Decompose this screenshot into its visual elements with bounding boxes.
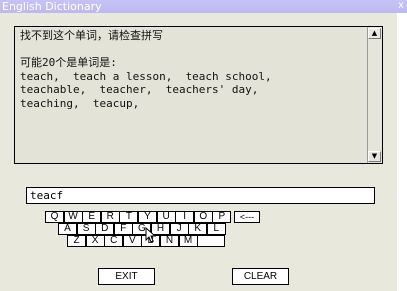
key-s[interactable]: S	[76, 223, 96, 235]
result-line: 找不到这个单词，请检查拼写	[20, 29, 163, 42]
scroll-up-button[interactable]: ▲	[368, 28, 381, 39]
vertical-scrollbar[interactable]: ▲ ▼	[367, 27, 382, 163]
key-backspace[interactable]: <---	[234, 211, 260, 223]
key-q[interactable]: Q	[45, 211, 64, 223]
scroll-down-button[interactable]: ▼	[368, 151, 381, 162]
key-e[interactable]: E	[82, 211, 102, 223]
result-text: 找不到这个单词，请检查拼写 可能20个是单词是: teach, teach a le…	[20, 29, 364, 111]
window-title: English Dictionary	[2, 0, 102, 13]
result-textarea[interactable]: 找不到这个单词，请检查拼写 可能20个是单词是: teach, teach a le…	[14, 26, 383, 164]
key-n[interactable]: N	[160, 235, 179, 247]
close-icon[interactable]: x	[396, 0, 406, 12]
key-i[interactable]: I	[175, 211, 195, 223]
key-r[interactable]: R	[100, 211, 120, 223]
key-a[interactable]: A	[58, 223, 77, 235]
mouse-pointer-icon	[145, 227, 157, 243]
key-p[interactable]: P	[212, 211, 232, 223]
key-j[interactable]: J	[169, 223, 189, 235]
key-m[interactable]: M	[178, 235, 198, 247]
result-line	[20, 43, 364, 57]
title-bar[interactable]: English Dictionary x	[0, 0, 407, 13]
clear-button[interactable]: CLEAR	[232, 268, 289, 285]
key-x[interactable]: X	[85, 235, 105, 247]
key-k[interactable]: K	[188, 223, 208, 235]
key-u[interactable]: U	[156, 211, 176, 223]
key-y[interactable]: Y	[138, 211, 157, 223]
exit-button[interactable]: EXIT	[98, 268, 155, 285]
key-o[interactable]: O	[193, 211, 213, 223]
key-d[interactable]: D	[95, 223, 115, 235]
result-line: teach, teach a lesson, teach school,	[20, 69, 272, 83]
result-line: teachable, teacher, teachers' day,	[20, 83, 259, 97]
result-line: teaching, teacup,	[20, 96, 140, 110]
key-blank[interactable]	[197, 235, 226, 247]
arrow-down-icon: ▼	[371, 152, 378, 160]
key-v[interactable]: V	[122, 235, 142, 247]
arrow-up-icon: ▲	[371, 29, 378, 37]
word-input[interactable]: teacf	[26, 187, 375, 204]
dictionary-window: English Dictionary x 找不到这个单词，请检查拼写 可能20个是…	[0, 0, 407, 291]
key-f[interactable]: F	[113, 223, 133, 235]
key-w[interactable]: W	[63, 211, 83, 223]
key-z[interactable]: Z	[67, 235, 86, 247]
key-c[interactable]: C	[104, 235, 124, 247]
result-line: 可能20个是单词是:	[20, 56, 117, 70]
key-t[interactable]: T	[119, 211, 139, 223]
key-l[interactable]: L	[206, 223, 226, 235]
